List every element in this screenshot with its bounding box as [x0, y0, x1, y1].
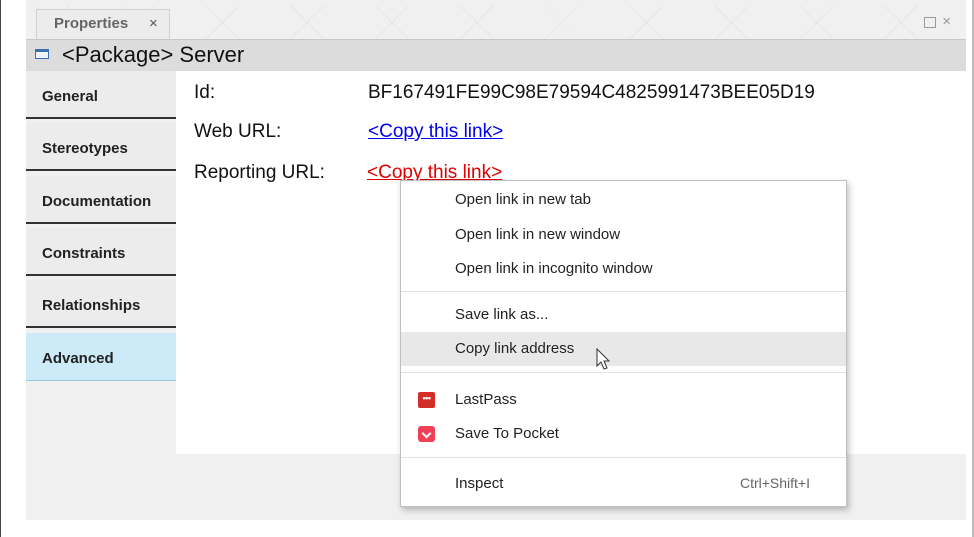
web-url-label: Web URL:	[194, 121, 282, 142]
section-tab-relationships[interactable]: Relationships	[26, 280, 176, 328]
menu-item-label: Copy link address	[455, 340, 575, 357]
menu-open-new-window[interactable]: Open link in new window	[401, 218, 846, 252]
tab-close-icon[interactable]: ×	[149, 15, 158, 32]
link-context-menu: Open link in new tab Open link in new wi…	[400, 180, 847, 507]
view-close-icon[interactable]: ×	[942, 13, 954, 30]
menu-save-to-pocket[interactable]: Save To Pocket	[401, 417, 846, 451]
menu-item-label: Inspect	[455, 475, 504, 492]
reporting-url-label: Reporting URL:	[194, 162, 325, 183]
menu-open-new-tab[interactable]: Open link in new tab	[401, 183, 846, 217]
element-title-bar: <Package> Server	[26, 39, 966, 71]
menu-item-label: Save link as...	[455, 306, 549, 323]
section-tab-stereotypes[interactable]: Stereotypes	[26, 123, 176, 171]
view-controls: ×	[924, 13, 954, 30]
menu-separator	[401, 291, 846, 292]
menu-separator	[401, 372, 846, 373]
menu-separator	[401, 457, 846, 458]
maximize-icon[interactable]	[924, 16, 937, 28]
section-tab-label: General	[42, 88, 98, 105]
lastpass-icon: •••	[418, 392, 435, 408]
tab-properties[interactable]: Properties ×	[36, 9, 170, 39]
tab-properties-label: Properties	[54, 15, 129, 32]
menu-save-link-as[interactable]: Save link as...	[401, 298, 846, 332]
menu-item-label: LastPass	[455, 391, 517, 408]
section-tab-advanced[interactable]: Advanced	[26, 333, 176, 381]
section-tab-label: Advanced	[42, 350, 114, 367]
menu-item-label: Open link in new window	[455, 226, 621, 243]
menu-item-label: Save To Pocket	[455, 425, 559, 442]
section-tab-label: Relationships	[42, 297, 141, 314]
window-left-border	[0, 0, 1, 537]
menu-open-incognito[interactable]: Open link in incognito window	[401, 252, 846, 286]
section-tab-label: Stereotypes	[42, 140, 128, 157]
section-tab-label: Documentation	[42, 193, 152, 210]
element-title: <Package> Server	[62, 42, 245, 67]
section-tab-constraints[interactable]: Constraints	[26, 228, 176, 276]
menu-item-label: Open link in incognito window	[455, 260, 653, 277]
pocket-icon	[418, 426, 435, 442]
package-icon	[35, 49, 49, 59]
inspect-shortcut: Ctrl+Shift+I	[739, 475, 810, 491]
menu-item-label: Open link in new tab	[455, 191, 591, 208]
menu-inspect[interactable]: Inspect Ctrl+Shift+I	[401, 467, 846, 501]
id-value: BF167491FE99C98E79594C4825991473BEE05D19	[368, 82, 815, 103]
view-tab-bar: Properties × ×	[26, 6, 966, 39]
menu-copy-link-address[interactable]: Copy link address	[401, 332, 846, 366]
section-tab-label: Constraints	[42, 245, 126, 262]
section-tab-general[interactable]: General	[26, 71, 176, 119]
section-tab-documentation[interactable]: Documentation	[26, 176, 176, 224]
id-label: Id:	[194, 82, 216, 103]
menu-lastpass[interactable]: ••• LastPass	[401, 383, 846, 417]
mouse-pointer-icon	[596, 348, 611, 370]
web-url-link[interactable]: <Copy this link>	[368, 121, 503, 143]
